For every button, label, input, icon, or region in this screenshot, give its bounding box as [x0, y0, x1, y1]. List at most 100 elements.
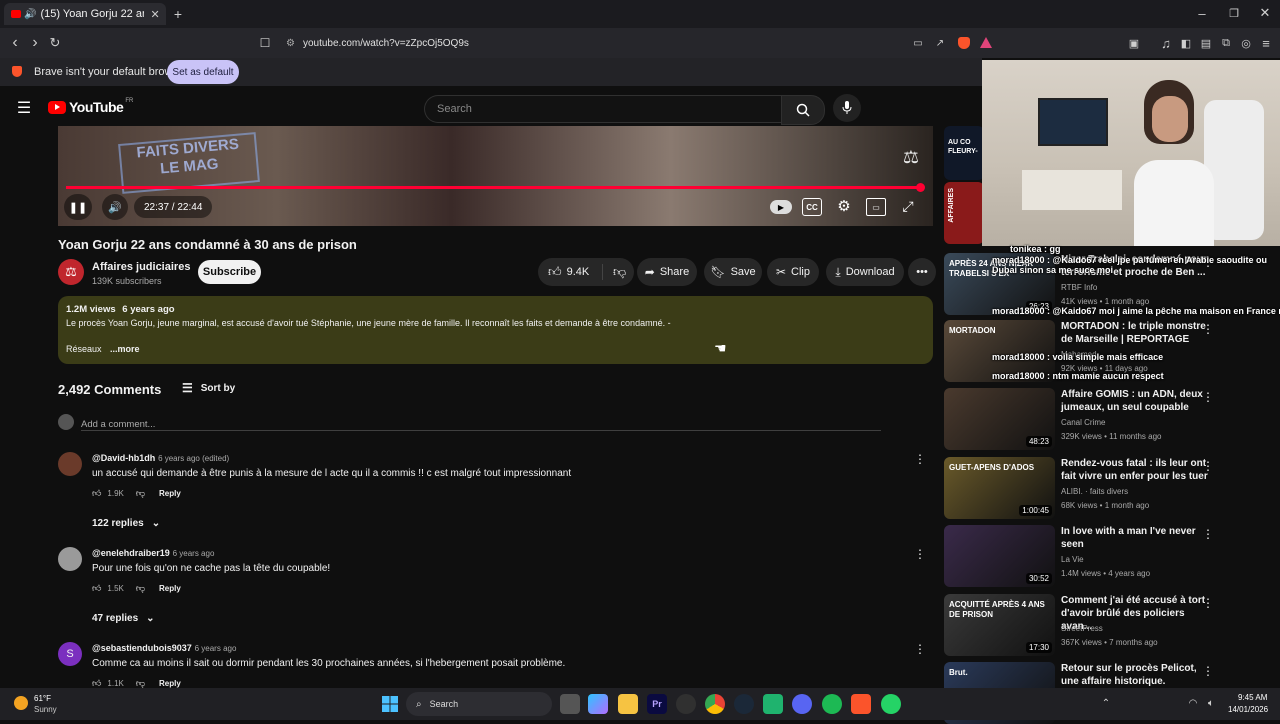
- reply-button[interactable]: Reply: [159, 489, 181, 498]
- menu-icon[interactable]: ≡: [1258, 34, 1274, 52]
- forward-icon[interactable]: ›: [26, 34, 44, 52]
- thumbs-down-icon[interactable]: 👎︎: [136, 488, 145, 499]
- weather-temp[interactable]: 61°F: [34, 694, 51, 703]
- save-button[interactable]: 🔖︎ Save: [704, 258, 762, 286]
- subscribe-button[interactable]: Subscribe: [198, 260, 261, 284]
- progress-scrubber[interactable]: [915, 183, 925, 192]
- description-box[interactable]: 1.2M views 6 years ago Le procès Yoan Go…: [58, 296, 933, 364]
- spotify-icon[interactable]: [822, 694, 842, 714]
- task-view-icon[interactable]: [560, 694, 580, 714]
- reload-icon[interactable]: ↻: [46, 34, 64, 52]
- video-title[interactable]: Affaire GOMIS : un ADN, deux jumeaux, un…: [1061, 388, 1211, 414]
- pause-button[interactable]: ❚❚: [64, 194, 92, 220]
- sidebar-top-thumb[interactable]: AU CO FLEURY-: [944, 126, 984, 180]
- brave-taskbar-icon[interactable]: [851, 694, 871, 714]
- recommended-video[interactable]: 30:52 In love with a man I've never seen L…: [944, 525, 1274, 587]
- channel-avatar[interactable]: ⚖: [58, 259, 84, 285]
- obs-icon[interactable]: [676, 694, 696, 714]
- thumbs-down-icon[interactable]: 👎︎: [136, 583, 145, 594]
- voice-search-button[interactable]: [833, 94, 861, 122]
- volume-icon[interactable]: 🔊: [102, 194, 128, 220]
- more-vertical-icon[interactable]: ⋮: [1202, 459, 1214, 473]
- back-icon[interactable]: ‹: [6, 34, 24, 52]
- media-icon[interactable]: ♫: [1158, 34, 1174, 52]
- sort-by-button[interactable]: ☰ Sort by: [182, 381, 235, 395]
- progress-track[interactable]: [66, 183, 925, 192]
- video-channel[interactable]: StreetPress: [1061, 624, 1103, 633]
- minimize-icon[interactable]: –: [1194, 5, 1210, 21]
- recommended-video[interactable]: GUET-APENS D'ADOS 1:00:45 Rendez-vous fata…: [944, 457, 1274, 519]
- add-comment-input[interactable]: Add a comment...: [81, 414, 881, 431]
- clock-time[interactable]: 9:45 AM: [1238, 693, 1267, 702]
- brave-shields-icon[interactable]: [958, 37, 970, 49]
- recommended-video[interactable]: 48:23 Affaire GOMIS : un ADN, deux jumeau…: [944, 388, 1274, 450]
- comment-more-icon[interactable]: ⋮: [914, 547, 926, 561]
- miniplayer-icon[interactable]: ▭: [866, 198, 886, 216]
- thumbs-up-icon[interactable]: 👍︎: [92, 488, 101, 499]
- comment-avatar[interactable]: [58, 547, 82, 571]
- more-vertical-icon[interactable]: ⋮: [1202, 596, 1214, 610]
- video-title[interactable]: Retour sur le procès Pelicot, une affair…: [1061, 662, 1211, 688]
- video-title[interactable]: Rendez-vous fatal : ils leur ont fait vi…: [1061, 457, 1211, 483]
- comment-more-icon[interactable]: ⋮: [914, 642, 926, 656]
- brave-rewards-icon[interactable]: [980, 37, 992, 48]
- replies-toggle[interactable]: 122 replies ⌄: [92, 518, 160, 529]
- sidebar-second-thumb[interactable]: AFFAIRES: [944, 182, 984, 244]
- comment-author[interactable]: @David-hb1dh: [92, 453, 155, 463]
- video-channel[interactable]: ALIBI. · faits divers: [1061, 487, 1128, 496]
- audio-icon[interactable]: 🔊: [24, 9, 36, 20]
- maximize-icon[interactable]: ❐: [1226, 5, 1242, 21]
- search-input[interactable]: Search: [424, 95, 781, 123]
- speaker-icon[interactable]: 🔈︎: [1204, 696, 1218, 710]
- comment-avatar[interactable]: [58, 452, 82, 476]
- chrome-icon[interactable]: [705, 694, 725, 714]
- close-tab-icon[interactable]: ✕: [150, 8, 159, 21]
- more-vertical-icon[interactable]: ⋮: [1202, 527, 1214, 541]
- wallet-icon[interactable]: ▤: [1198, 34, 1214, 52]
- video-title[interactable]: In love with a man I've never seen: [1061, 525, 1211, 551]
- whatsapp-icon[interactable]: [881, 694, 901, 714]
- chevron-up-icon[interactable]: ⌃: [1100, 696, 1112, 710]
- sidebar-toggle-icon[interactable]: ◧: [1178, 34, 1194, 52]
- comment-author[interactable]: @sebastiendubois9037: [92, 643, 192, 653]
- sidebar-panel-icon[interactable]: ▣: [1126, 34, 1142, 52]
- video-channel[interactable]: Canal Crime: [1061, 418, 1105, 427]
- discord-icon[interactable]: [792, 694, 812, 714]
- youtube-logo[interactable]: YouTube FR: [48, 98, 133, 115]
- reply-button[interactable]: Reply: [159, 584, 181, 593]
- steam-icon[interactable]: [734, 694, 754, 714]
- thumbs-down-icon[interactable]: 👎︎: [136, 678, 145, 688]
- recommended-video[interactable]: ACQUITTÉ APRÈS 4 ANS DE PRISON 17:30 Comme…: [944, 594, 1274, 656]
- clock-date[interactable]: 14/01/2026: [1228, 705, 1268, 714]
- more-link[interactable]: ...more: [110, 344, 140, 354]
- comment-author[interactable]: @enelehdraiber19: [92, 548, 170, 558]
- captions-icon[interactable]: CC: [802, 198, 822, 216]
- comment-more-icon[interactable]: ⋮: [914, 452, 926, 466]
- video-channel[interactable]: RTBF Info: [1061, 283, 1097, 292]
- clip-button[interactable]: ✂ Clip: [767, 258, 819, 286]
- channel-name[interactable]: Affaires judiciaires: [92, 261, 190, 273]
- video-title[interactable]: MORTADON : le triple monstre de Marseill…: [1061, 320, 1211, 346]
- video-thumbnail[interactable]: 30:52: [944, 525, 1055, 587]
- thumbs-up-icon[interactable]: 👍︎: [92, 678, 101, 688]
- extensions-icon[interactable]: ⧉: [1218, 34, 1234, 52]
- download-button[interactable]: ⤓ Download: [826, 258, 904, 286]
- vpn-icon[interactable]: ◎: [1238, 34, 1254, 52]
- more-vertical-icon[interactable]: ⋮: [1202, 322, 1214, 336]
- app-icon[interactable]: [763, 694, 783, 714]
- video-thumbnail[interactable]: GUET-APENS D'ADOS 1:00:45: [944, 457, 1055, 519]
- cast-icon[interactable]: ▭: [910, 34, 926, 52]
- hamburger-menu-icon[interactable]: ☰: [14, 98, 34, 118]
- dislike-button[interactable]: 👎︎: [603, 264, 626, 280]
- settings-gear-icon[interactable]: ⚙: [834, 196, 854, 216]
- share-page-icon[interactable]: ↗: [932, 34, 948, 52]
- more-vertical-icon[interactable]: ⋮: [1202, 664, 1214, 678]
- video-player[interactable]: FAITS DIVERS LE MAG ⚖ ❚❚ 🔊 22:37 / 22:44…: [58, 126, 933, 226]
- replies-toggle[interactable]: 47 replies ⌄: [92, 613, 155, 624]
- taskbar-search-box[interactable]: ⌕ Search: [406, 692, 552, 716]
- thumbs-up-icon[interactable]: 👍︎: [92, 583, 101, 594]
- browser-tab[interactable]: 🔊 (15) Yoan Gorju 22 ans condamné ✕: [4, 3, 166, 25]
- weather-icon[interactable]: [14, 696, 28, 710]
- fullscreen-icon[interactable]: ⤢: [898, 196, 918, 216]
- search-button[interactable]: [781, 95, 825, 125]
